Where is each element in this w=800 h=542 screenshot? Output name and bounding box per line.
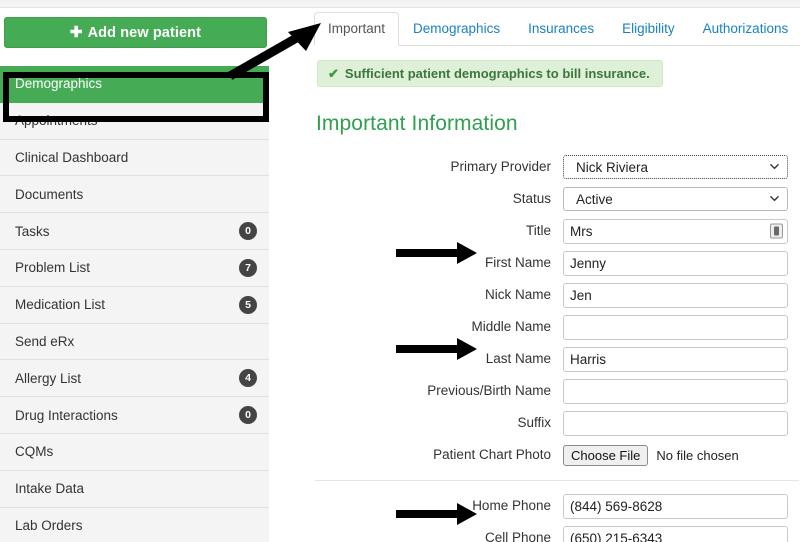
first-name-label: First Name — [484, 255, 551, 270]
sidebar-item-drug-interactions[interactable]: Drug Interactions 0 — [0, 397, 269, 434]
sidebar-item-lab-orders[interactable]: Lab Orders — [0, 507, 269, 542]
sidebar-item-label: Allergy List — [15, 370, 82, 386]
important-information-form: Primary Provider Nick Riviera Status Act… — [314, 151, 800, 542]
sidebar-item-send-erx[interactable]: Send eRx — [0, 323, 269, 361]
field-row-title: Title — [314, 215, 800, 247]
sidebar-item-tasks[interactable]: Tasks 0 — [0, 213, 269, 250]
sidebar: ✚ Add new patient Demographics Appointmen… — [0, 8, 269, 542]
cell-phone-input[interactable] — [563, 525, 788, 542]
sidebar-item-label: Clinical Dashboard — [15, 149, 129, 165]
nick-name-input[interactable] — [563, 282, 788, 308]
field-row-suffix: Suffix — [314, 407, 800, 439]
home-phone-input[interactable] — [563, 493, 788, 519]
sidebar-item-label: Drug Interactions — [15, 407, 118, 423]
sidebar-item-label: Documents — [15, 186, 84, 202]
sidebar-item-badge: 5 — [239, 295, 257, 314]
sidebar-item-problem-list[interactable]: Problem List 7 — [0, 249, 269, 287]
primary-provider-select[interactable]: Nick Riviera — [563, 155, 788, 179]
section-divider — [315, 480, 799, 481]
sidebar-item-badge: 0 — [239, 222, 257, 241]
nick-name-label: Nick Name — [484, 287, 551, 302]
sidebar-item-label: Medication List — [15, 297, 106, 313]
field-row-nick-name: Nick Name — [314, 279, 800, 311]
page-title: Important Information — [316, 112, 518, 135]
title-input[interactable] — [563, 218, 788, 244]
sidebar-item-medication-list[interactable]: Medication List 5 — [0, 286, 269, 324]
plus-icon: ✚ — [69, 24, 83, 41]
status-label: Status — [512, 191, 551, 206]
tab-eligibility[interactable]: Eligibility — [608, 12, 689, 46]
previous-birth-name-input[interactable] — [563, 378, 788, 404]
field-row-first-name: First Name — [314, 247, 800, 279]
chevron-down-icon — [770, 164, 779, 170]
sidebar-item-documents[interactable]: Documents — [0, 176, 269, 214]
suffix-label: Suffix — [517, 415, 551, 430]
main-panel: Important Demographics Insurances Eligibili… — [314, 8, 800, 542]
status-select[interactable]: Active — [563, 187, 788, 211]
top-chrome-strip — [0, 0, 800, 8]
sidebar-item-appointments[interactable]: Appointments — [0, 102, 269, 140]
last-name-input[interactable] — [563, 346, 788, 372]
suffix-input[interactable] — [563, 410, 788, 436]
sidebar-item-label: CQMs — [15, 444, 54, 460]
sidebar-item-label: Appointments — [15, 113, 98, 129]
sidebar-item-demographics[interactable]: Demographics — [0, 66, 269, 103]
sidebar-item-label: Demographics — [15, 76, 103, 92]
datalist-dropdown-icon[interactable] — [770, 223, 783, 239]
field-row-last-name: Last Name — [314, 343, 800, 375]
field-row-home-phone: Home Phone — [314, 490, 800, 522]
sidebar-item-badge: 0 — [239, 406, 257, 425]
title-label: Title — [525, 223, 551, 238]
field-row-patient-chart-photo: Patient Chart Photo Choose File No file … — [314, 439, 800, 471]
sidebar-item-label: Tasks — [15, 223, 50, 239]
chevron-down-icon — [770, 196, 779, 202]
primary-provider-value: Nick Riviera — [576, 159, 649, 175]
sidebar-item-label: Problem List — [15, 260, 91, 276]
sidebar-item-allergy-list[interactable]: Allergy List 4 — [0, 360, 269, 398]
sidebar-item-badge: 4 — [239, 369, 257, 388]
demographics-sufficient-alert: ✔ Sufficient patient demographics to bil… — [317, 60, 663, 87]
field-row-middle-name: Middle Name — [314, 311, 800, 343]
primary-provider-label: Primary Provider — [450, 159, 551, 174]
home-phone-label: Home Phone — [472, 498, 551, 513]
patient-chart-photo-label: Patient Chart Photo — [433, 447, 551, 462]
sidebar-item-intake-data[interactable]: Intake Data — [0, 470, 269, 508]
last-name-label: Last Name — [485, 351, 551, 366]
sidebar-item-label: Send eRx — [15, 333, 75, 349]
choose-file-button[interactable]: Choose File — [563, 444, 649, 466]
check-icon: ✔ — [328, 65, 339, 81]
sidebar-item-label: Intake Data — [15, 481, 85, 497]
tab-bar: Important Demographics Insurances Eligibili… — [314, 12, 800, 46]
tab-demographics[interactable]: Demographics — [399, 12, 514, 46]
sidebar-item-label: Lab Orders — [15, 517, 83, 533]
file-status-text: No file chosen — [656, 447, 739, 463]
field-row-previous-birth-name: Previous/Birth Name — [314, 375, 800, 407]
first-name-input[interactable] — [563, 250, 788, 276]
add-new-patient-button[interactable]: ✚ Add new patient — [4, 17, 267, 48]
sidebar-item-cqms[interactable]: CQMs — [0, 433, 269, 471]
add-new-patient-label: Add new patient — [87, 24, 202, 41]
tab-insurances[interactable]: Insurances — [514, 12, 608, 46]
previous-birth-name-label: Previous/Birth Name — [427, 383, 551, 398]
field-row-status: Status Active — [314, 183, 800, 215]
alert-text: Sufficient patient demographics to bill … — [344, 66, 650, 81]
field-row-cell-phone: Cell Phone — [314, 522, 800, 542]
sidebar-nav-list: Demographics Appointments Clinical Dashboa… — [0, 66, 269, 542]
patient-chart-screen: ✚ Add new patient Demographics Appointmen… — [0, 0, 800, 542]
sidebar-item-badge: 7 — [239, 258, 257, 277]
cell-phone-label: Cell Phone — [484, 530, 551, 542]
status-value: Active — [576, 191, 613, 207]
tab-authorizations[interactable]: Authorizations — [689, 12, 800, 46]
sidebar-item-clinical-dashboard[interactable]: Clinical Dashboard — [0, 139, 269, 177]
middle-name-label: Middle Name — [471, 319, 551, 334]
field-row-primary-provider: Primary Provider Nick Riviera — [314, 151, 800, 183]
tab-important[interactable]: Important — [314, 12, 400, 46]
middle-name-input[interactable] — [563, 314, 788, 340]
